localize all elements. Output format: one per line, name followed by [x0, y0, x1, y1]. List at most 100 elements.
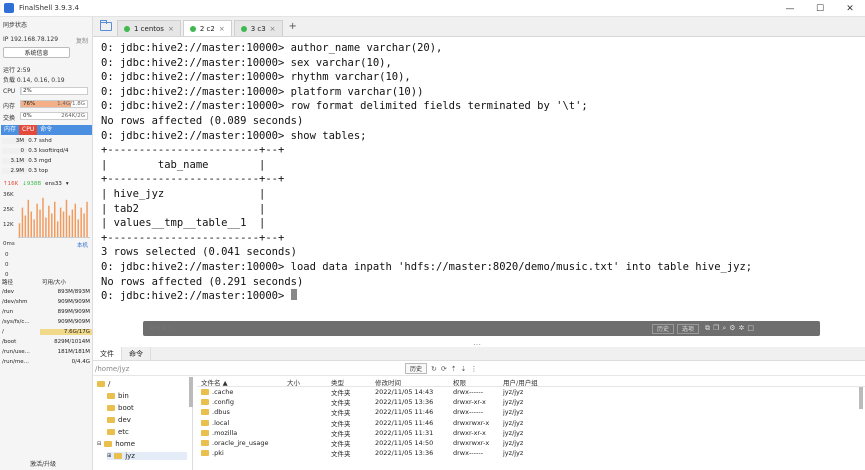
upgrade-link[interactable]: 激活/升级	[30, 459, 56, 468]
tree-item-etc[interactable]: etc	[107, 428, 129, 436]
header-size[interactable]: 大小	[287, 377, 331, 387]
memory-meter: 76% 1.4G/1.8G	[20, 100, 88, 108]
search-icon[interactable]: ⌕	[722, 324, 726, 333]
disk-row[interactable]: /dev/shm 909M/909M	[2, 297, 92, 307]
disk-list: 路径 可用/大小 /dev 893M/893M/dev/shm 909M/909M /…	[2, 277, 92, 367]
fullscreen-icon[interactable]: □	[747, 324, 754, 333]
tree-item-bin[interactable]: bin	[107, 392, 129, 400]
header-name[interactable]: 文件名 ▲	[197, 377, 287, 387]
tree-item-root[interactable]: /	[97, 380, 110, 388]
tree-item-boot[interactable]: boot	[107, 404, 134, 412]
expand-icon[interactable]: ⊟	[97, 441, 101, 447]
disk-row[interactable]: / 7.6G/17G	[2, 327, 92, 337]
minimize-button[interactable]: —	[775, 0, 805, 17]
disk-row[interactable]: /run 899M/909M	[2, 307, 92, 317]
latency-tick: 0	[5, 262, 9, 268]
command-input[interactable]	[149, 323, 649, 334]
header-owner[interactable]: 用户/用户组	[503, 377, 563, 387]
copy-icon[interactable]: ⧉	[705, 324, 710, 333]
close-tab-icon[interactable]: ×	[168, 25, 174, 33]
ip-address: IP 192.168.78.129	[3, 36, 59, 43]
copy-ip-link[interactable]: 复制	[76, 36, 88, 45]
file-type: 文件夹	[331, 419, 351, 428]
file-row[interactable]: .dbus 文件夹 2022/11/05 11:46 drwx------ jyz/jy…	[197, 407, 865, 417]
tab-files[interactable]: 文件	[93, 347, 122, 360]
add-tab-button[interactable]: +	[289, 21, 297, 32]
terminal-line: | tab_name |	[101, 158, 865, 173]
terminal-line: | hive_jyz |	[101, 187, 865, 202]
tree-item-jyz[interactable]: ⊞ jyz	[107, 452, 187, 460]
tab-commands[interactable]: 命令	[122, 347, 151, 360]
tree-item-dev[interactable]: dev	[107, 416, 131, 424]
disk-row[interactable]: /dev 893M/893M	[2, 287, 92, 297]
gear-icon[interactable]: ⚙	[729, 324, 735, 333]
process-row[interactable]: 2.9M 0.3 top	[2, 166, 92, 176]
more-icon[interactable]: ⋮	[471, 365, 478, 373]
file-row[interactable]: .pki 文件夹 2022/11/05 13:36 drwx------ jyz/jyz	[197, 448, 865, 458]
refresh-icon[interactable]: ↻	[431, 365, 437, 373]
disk-row[interactable]: /run/use... 181M/181M	[2, 347, 92, 357]
settings-icon[interactable]: ✲	[739, 324, 745, 333]
file-row[interactable]: .config 文件夹 2022/11/05 13:36 drwxr-xr-x jyz/…	[197, 397, 865, 407]
tree-scrollbar[interactable]	[189, 377, 193, 407]
proc-tab-memory[interactable]: 内存	[1, 125, 19, 135]
file-name-cell: .local	[197, 419, 287, 427]
directory-tree: / bin boot dev etc ⊟ home ⊞ jyz	[93, 377, 193, 470]
app-title: FinalShell 3.9.3.4	[19, 4, 79, 12]
net-interface[interactable]: ens33	[45, 181, 62, 187]
tab-label: 1 centos	[134, 24, 164, 33]
close-tab-icon[interactable]: ×	[270, 25, 276, 33]
header-date[interactable]: 修改时间	[375, 377, 453, 387]
net-upload: ↑16K	[3, 181, 19, 187]
path-input[interactable]	[95, 363, 405, 374]
close-tab-icon[interactable]: ×	[219, 25, 225, 33]
terminal-line-text: | hive_jyz |	[101, 187, 266, 200]
proc-tab-cpu[interactable]: CPU	[19, 125, 38, 135]
upload-icon[interactable]: ⇡	[451, 365, 457, 373]
terminal-line-text: 0: jdbc:hive2://master:10000> load data …	[101, 260, 753, 273]
command-history-button[interactable]: 历史	[652, 323, 675, 334]
expand-icon[interactable]: ⊞	[107, 453, 111, 459]
download-icon[interactable]: ⇣	[461, 365, 467, 373]
process-row[interactable]: 3M 0.7 sshd	[2, 136, 92, 146]
tab-c3[interactable]: 3 c3 ×	[233, 20, 283, 36]
header-permissions[interactable]: 权限	[453, 377, 503, 387]
proc-tab-command[interactable]: 命令	[37, 125, 55, 135]
net-scale-top: 36K	[3, 192, 14, 198]
refresh-alt-icon[interactable]: ⟳	[441, 365, 447, 373]
file-row[interactable]: .oracle_jre_usage 文件夹 2022/11/05 14:50 drwx…	[197, 438, 865, 448]
paste-icon[interactable]: ❐	[713, 324, 719, 333]
maximize-button[interactable]: ☐	[805, 0, 835, 17]
dropdown-icon[interactable]: ▾	[66, 181, 69, 187]
file-row[interactable]: .mozilla 文件夹 2022/11/05 11:31 drwxr-xr-x jyz…	[197, 428, 865, 438]
file-row[interactable]: .cache 文件夹 2022/11/05 14:43 drwx------ jyz/j…	[197, 387, 865, 397]
command-options-button[interactable]: 选项	[677, 323, 700, 334]
close-button[interactable]: ✕	[835, 0, 865, 17]
file-name-cell: .pki	[197, 449, 287, 457]
tree-item-home[interactable]: ⊟ home	[97, 440, 135, 448]
network-graph-bar	[65, 199, 68, 237]
folder-icon	[97, 381, 105, 387]
process-row[interactable]: 0 0.3 ksoftirqd/4	[2, 146, 92, 156]
disk-row[interactable]: /sys/fs/c... 909M/909M	[2, 317, 92, 327]
sysinfo-button[interactable]: 系统信息	[3, 47, 70, 58]
file-owner: jyz/jyz	[503, 449, 524, 458]
terminal-line: 0: jdbc:hive2://master:10000> author_nam…	[101, 41, 865, 56]
disk-row[interactable]: /run/me... 0/4.4G	[2, 357, 92, 367]
process-row[interactable]: 3.1M 0.3 mgd	[2, 156, 92, 166]
latency-host[interactable]: 本机	[77, 241, 88, 249]
file-list-scrollbar[interactable]	[859, 387, 863, 409]
terminal-cursor	[290, 289, 297, 301]
path-history-button[interactable]: 历史	[405, 363, 428, 374]
file-row[interactable]: .local 文件夹 2022/11/05 11:46 drwxrwxr-x jyz/j…	[197, 418, 865, 428]
file-name-cell: .config	[197, 398, 287, 406]
tab-centos[interactable]: 1 centos ×	[117, 20, 181, 36]
folder-icon[interactable]	[100, 20, 112, 31]
header-type[interactable]: 类型	[331, 377, 375, 387]
disk-row[interactable]: /boot 829M/1014M	[2, 337, 92, 347]
file-name: .local	[212, 418, 230, 427]
tab-c2[interactable]: 2 c2 ×	[182, 20, 232, 36]
bottom-tab-bar: 文件 命令	[93, 347, 865, 361]
memory-percent: 76%	[23, 101, 36, 107]
terminal-output[interactable]: 0: jdbc:hive2://master:10000> author_nam…	[93, 37, 865, 342]
